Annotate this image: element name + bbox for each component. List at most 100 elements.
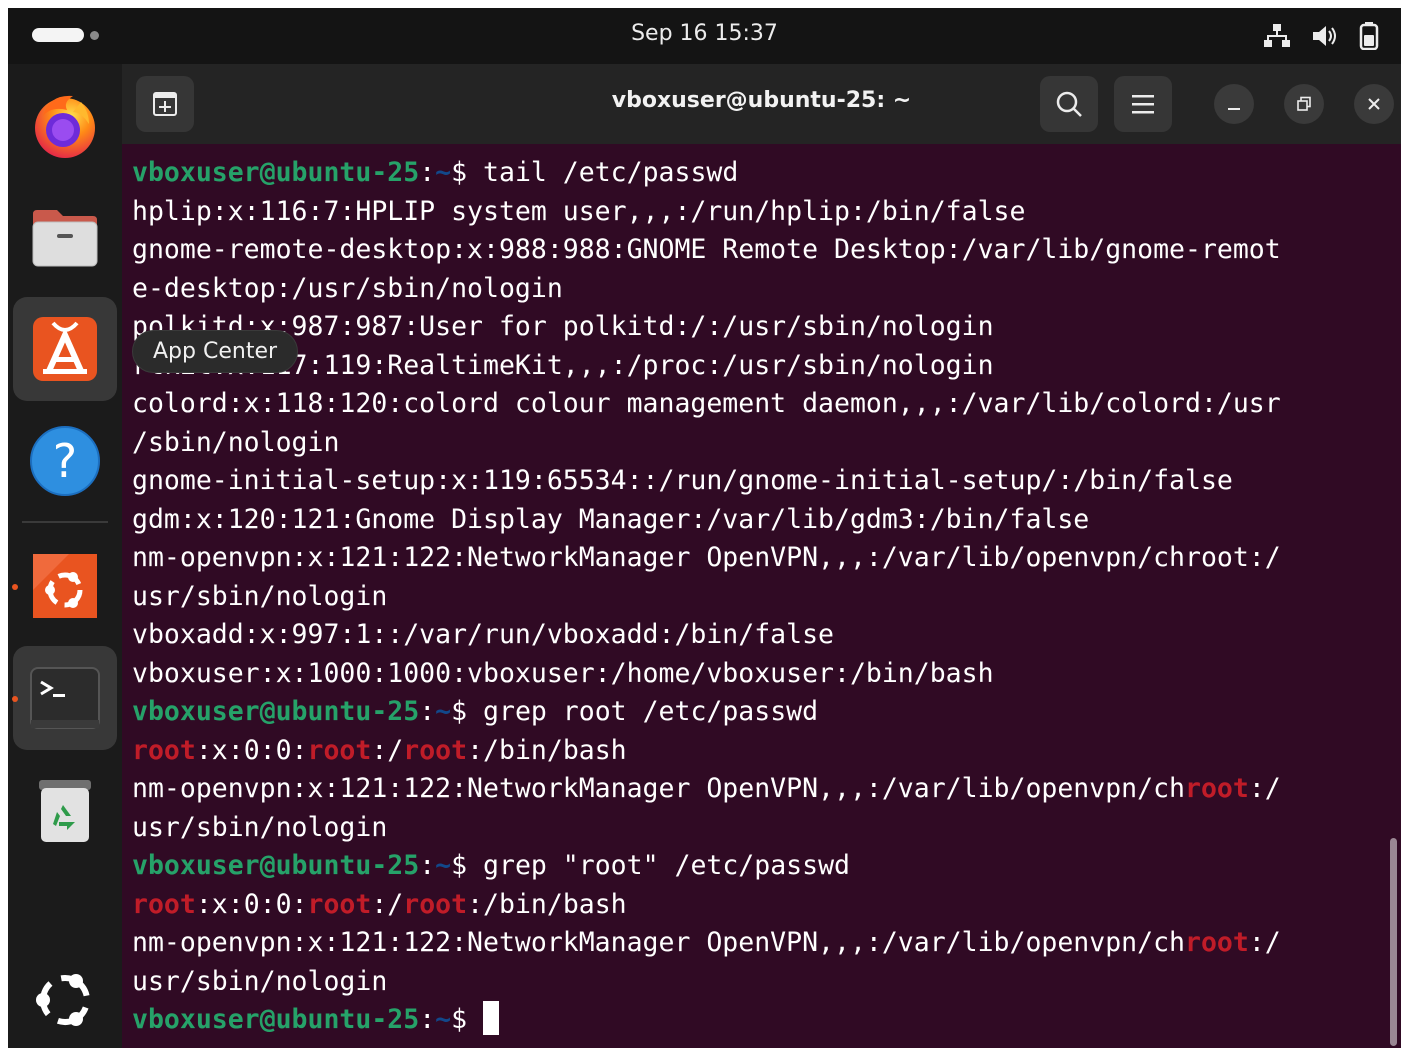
ubuntu-app-icon — [33, 554, 97, 618]
minimize-icon — [1228, 108, 1240, 110]
hamburger-menu-icon — [1132, 95, 1154, 114]
dock-item-firefox[interactable] — [13, 72, 117, 176]
line-text: gnome-remote-desktop:x:988:988:GNOME Rem… — [132, 234, 1281, 265]
line-text: nm-openvpn:x:121:122:NetworkManager Open… — [132, 773, 1185, 804]
dock: ? — [8, 64, 122, 1048]
prompt-colon: : — [419, 1004, 436, 1035]
close-button[interactable] — [1354, 84, 1394, 124]
app-center-icon — [33, 317, 97, 381]
prompt-user: vboxuser@ubuntu-25 — [132, 696, 420, 727]
ubuntu-logo-icon — [36, 974, 90, 1026]
dock-item-trash[interactable] — [13, 758, 117, 862]
clock[interactable]: Sep 16 15:37 — [8, 21, 1401, 46]
dock-tooltip: App Center — [132, 330, 299, 373]
trash-icon — [39, 780, 91, 842]
match-highlight: root — [1185, 773, 1249, 804]
terminal-line: vboxadd:x:997:1::/var/run/vboxadd:/bin/f… — [132, 619, 834, 650]
prompt-command: $ grep root /etc/passwd — [451, 696, 819, 727]
terminal-line: root:x:0:0:root:/root:/bin/bash — [132, 889, 627, 920]
prompt-command: $ grep "root" /etc/passwd — [451, 850, 850, 881]
terminal-line: vboxuser@ubuntu-25:~$ grep root /etc/pas… — [132, 696, 818, 727]
dock-item-app-center[interactable] — [13, 297, 117, 401]
prompt-user: vboxuser@ubuntu-25 — [132, 157, 420, 188]
line-text: gdm:x:120:121:Gnome Display Manager:/var… — [132, 503, 1090, 535]
terminal-line: gdm:x:120:121:Gnome Display Manager:/var… — [132, 504, 1089, 535]
line-text: usr/sbin/nologin — [132, 580, 388, 612]
prompt-colon: : — [419, 696, 436, 727]
line-text: e-desktop:/usr/sbin/nologin — [132, 272, 563, 304]
line-text: vboxadd:x:997:1::/var/run/vboxadd:/bin/f… — [132, 619, 834, 650]
firefox-icon — [35, 95, 95, 158]
battery-icon[interactable] — [1359, 22, 1379, 50]
terminal-line: nm-openvpn:x:121:122:NetworkManager Open… — [132, 927, 1281, 958]
running-indicator — [12, 696, 18, 702]
menu-button[interactable] — [1114, 76, 1172, 132]
close-icon — [1368, 98, 1380, 110]
terminal-line: vboxuser:x:1000:1000:vboxuser:/home/vbox… — [132, 658, 994, 689]
line-text: colord:x:118:120:colord colour managemen… — [132, 388, 1281, 419]
terminal-line: gnome-initial-setup:x:119:65534::/run/gn… — [132, 465, 1233, 496]
top-bar: Sep 16 15:37 — [8, 8, 1401, 64]
system-tray[interactable] — [1263, 22, 1379, 50]
terminal-scrollbar[interactable] — [1390, 838, 1397, 1046]
line-text: :/ — [1248, 927, 1281, 958]
line-text: vboxuser:x:1000:1000:vboxuser:/home/vbox… — [132, 657, 994, 689]
search-button[interactable] — [1040, 76, 1098, 132]
line-text: nm-openvpn:x:121:122:NetworkManager Open… — [132, 927, 1185, 958]
terminal-window: vboxuser@ubuntu-25: ~ vboxuser@ubuntu-25… — [122, 64, 1401, 1048]
line-text: :/ — [1248, 773, 1281, 804]
dock-item-help[interactable]: ? — [13, 409, 117, 513]
match-highlight: root — [132, 888, 196, 920]
prompt-user: vboxuser@ubuntu-25 — [132, 1004, 420, 1035]
prompt-path: ~ — [435, 1004, 452, 1035]
dock-item-ubuntu-software[interactable] — [12, 534, 117, 638]
terminal-output[interactable]: vboxuser@ubuntu-25:~$ tail /etc/passwd h… — [132, 154, 1394, 1040]
terminal-line: colord:x:118:120:colord colour managemen… — [132, 388, 1281, 419]
terminal-line: usr/sbin/nologin — [132, 966, 387, 997]
text-cursor — [483, 1001, 500, 1035]
terminal-line: hplip:x:116:7:HPLIP system user,,,:/run/… — [132, 196, 1025, 227]
line-text: nm-openvpn:x:121:122:NetworkManager Open… — [132, 542, 1281, 573]
line-text: :x:0:0: — [195, 734, 308, 766]
line-text: :/ — [371, 888, 404, 920]
network-icon[interactable] — [1263, 23, 1291, 49]
desktop-screen: Sep 16 15:37 ? App Center vboxuser@ubunt… — [8, 8, 1401, 1048]
minimize-button[interactable] — [1214, 84, 1254, 124]
terminal-line: vboxuser@ubuntu-25:~$ grep "root" /etc/p… — [132, 850, 850, 881]
line-text: usr/sbin/nologin — [132, 811, 388, 843]
match-highlight: root — [403, 888, 468, 920]
line-text: :/bin/bash — [467, 734, 627, 766]
line-text: :x:0:0: — [195, 888, 308, 920]
terminal-icon — [30, 667, 100, 729]
terminal-line: vboxuser@ubuntu-25:~$ — [132, 1001, 500, 1035]
line-text: usr/sbin/nologin — [132, 965, 388, 997]
running-indicator — [12, 584, 18, 590]
window-headerbar: vboxuser@ubuntu-25: ~ — [122, 64, 1401, 144]
prompt-path: ~ — [435, 696, 452, 727]
line-text: gnome-initial-setup:x:119:65534::/run/gn… — [132, 465, 1233, 496]
match-highlight: root — [307, 888, 372, 920]
match-highlight: root — [132, 734, 196, 766]
terminal-line: usr/sbin/nologin — [132, 812, 387, 843]
prompt-user: vboxuser@ubuntu-25 — [132, 850, 420, 881]
terminal-line: nm-openvpn:x:121:122:NetworkManager Open… — [132, 542, 1281, 573]
prompt-command: $ tail /etc/passwd — [451, 157, 739, 188]
help-icon: ? — [30, 426, 100, 496]
volume-icon[interactable] — [1311, 23, 1339, 49]
line-text: hplip:x:116:7:HPLIP system user,,,:/run/… — [132, 195, 1026, 227]
line-text: /sbin/nologin — [132, 426, 340, 458]
search-icon — [1056, 91, 1082, 117]
prompt-colon: : — [419, 850, 436, 881]
prompt-path: ~ — [435, 157, 452, 188]
line-text: :/bin/bash — [467, 888, 627, 920]
dock-item-files[interactable] — [13, 184, 117, 288]
dock-item-terminal[interactable] — [12, 646, 117, 750]
prompt-colon: : — [419, 157, 436, 188]
terminal-line: root:x:0:0:root:/root:/bin/bash — [132, 735, 627, 766]
svg-text:?: ? — [53, 434, 77, 488]
terminal-line: nm-openvpn:x:121:122:NetworkManager Open… — [132, 773, 1281, 804]
maximize-button[interactable] — [1284, 84, 1324, 124]
terminal-line: /sbin/nologin — [132, 427, 339, 458]
match-highlight: root — [403, 734, 468, 766]
show-apps-button[interactable] — [13, 948, 117, 1048]
